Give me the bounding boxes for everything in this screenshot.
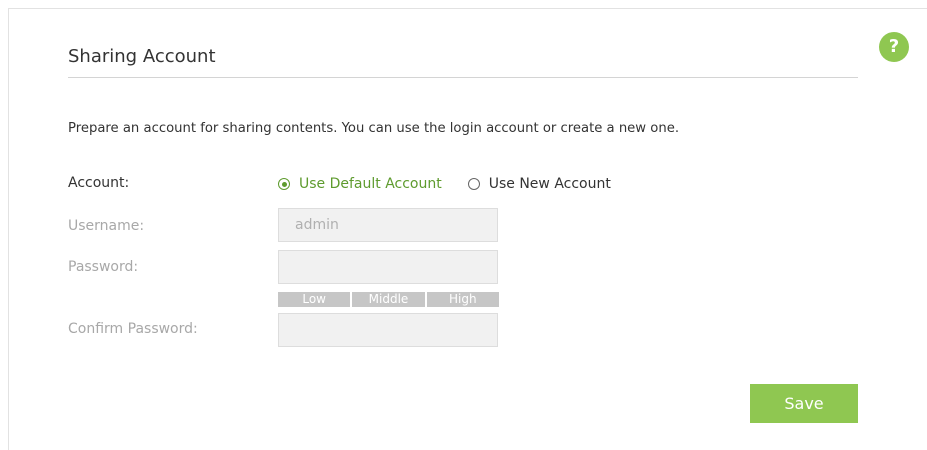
- username-label: Username:: [68, 218, 145, 234]
- title-divider: [68, 77, 858, 78]
- password-label: Password:: [68, 259, 139, 275]
- confirm-password-field[interactable]: [278, 313, 498, 347]
- confirm-password-label: Confirm Password:: [68, 321, 198, 337]
- help-icon[interactable]: ?: [879, 32, 909, 62]
- radio-label-default: Use Default Account: [299, 176, 442, 192]
- account-radio-group: Use Default Account Use New Account: [278, 175, 611, 193]
- strength-middle: Middle: [352, 292, 425, 307]
- section-description: Prepare an account for sharing contents.…: [68, 121, 680, 136]
- radio-label-new: Use New Account: [488, 176, 611, 192]
- account-label: Account:: [68, 175, 130, 191]
- radio-checked-icon: [278, 178, 290, 190]
- strength-low: Low: [278, 292, 351, 307]
- password-strength-meter: Low Middle High: [278, 292, 499, 307]
- password-field[interactable]: [278, 250, 498, 284]
- radio-unchecked-icon: [467, 178, 480, 190]
- radio-use-new-account[interactable]: Use New Account: [467, 176, 611, 192]
- username-field[interactable]: admin: [278, 208, 498, 242]
- section-title: Sharing Account: [68, 46, 216, 67]
- radio-use-default-account[interactable]: Use Default Account: [278, 176, 442, 192]
- strength-high: High: [426, 292, 499, 307]
- save-button[interactable]: Save: [750, 384, 858, 423]
